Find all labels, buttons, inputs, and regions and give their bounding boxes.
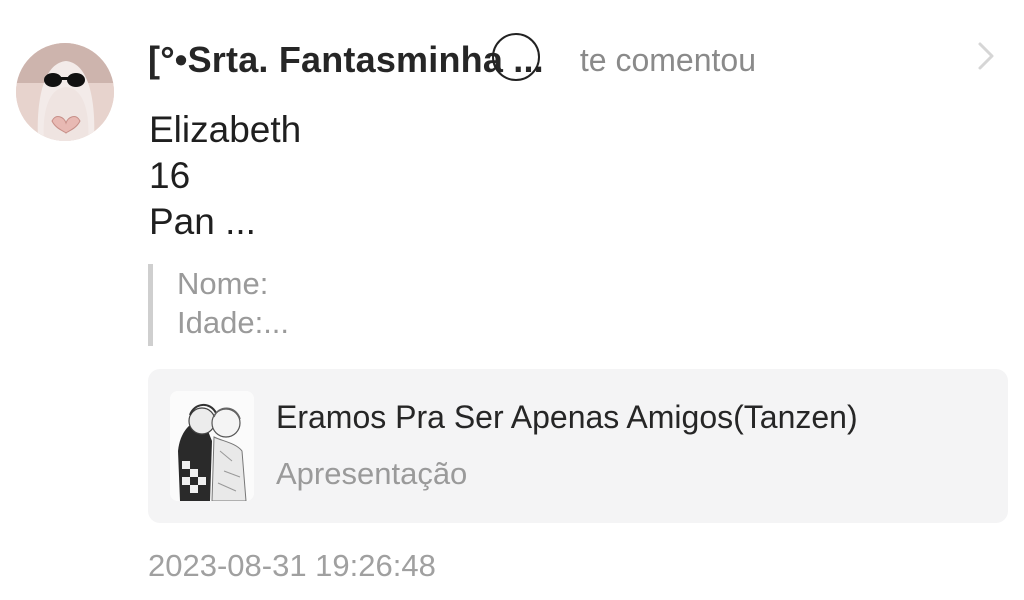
comment-body: Elizabeth 16 Pan ... xyxy=(149,107,301,245)
ghost-avatar-icon xyxy=(16,43,114,141)
comment-line: Elizabeth xyxy=(149,109,302,150)
post-card[interactable]: Eramos Pra Ser Apenas Amigos(Tanzen) Apr… xyxy=(148,369,1008,523)
post-category: Apresentação xyxy=(276,456,468,491)
circle-marker-icon xyxy=(492,33,540,81)
notification-header: [°•Srta. Fantasminha ... te comentou xyxy=(148,34,756,86)
quoted-text: Nome: Idade:... xyxy=(148,264,289,346)
chevron-right-icon[interactable] xyxy=(974,40,998,72)
comment-notification[interactable]: [°•Srta. Fantasminha ... te comentou Eli… xyxy=(0,0,1024,600)
author-name[interactable]: [°•Srta. Fantasminha ... xyxy=(148,39,544,81)
timestamp: 2023-08-31 19:26:48 xyxy=(148,548,436,583)
action-label: te comentou xyxy=(579,41,756,78)
comment-line: 16 xyxy=(149,155,191,196)
comment-line: Pan ... xyxy=(149,201,256,242)
quote-line: Idade:... xyxy=(177,305,290,340)
post-thumbnail xyxy=(170,391,254,501)
post-title[interactable]: Eramos Pra Ser Apenas Amigos(Tanzen) xyxy=(276,399,858,436)
avatar[interactable] xyxy=(16,43,114,141)
manga-thumbnail-icon xyxy=(170,391,254,501)
quote-line: Nome: xyxy=(177,266,269,301)
